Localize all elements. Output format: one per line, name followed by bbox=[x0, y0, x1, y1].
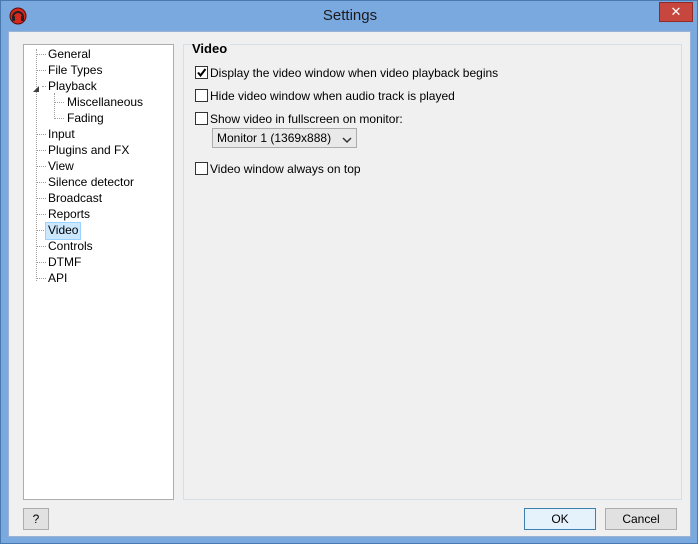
tree-line bbox=[36, 278, 46, 279]
tree-line bbox=[36, 262, 46, 263]
collapse-arrow-icon[interactable] bbox=[32, 82, 40, 96]
titlebar[interactable]: Settings ✕ bbox=[1, 1, 698, 31]
tree-line bbox=[54, 93, 55, 119]
tree-line bbox=[36, 246, 46, 247]
ok-button[interactable]: OK bbox=[524, 508, 596, 530]
tree-item-file-types[interactable]: File Types bbox=[46, 63, 104, 79]
chevron-down-icon bbox=[342, 133, 352, 147]
tree-item-view[interactable]: View bbox=[46, 159, 76, 175]
tree-item-playback[interactable]: Playback bbox=[46, 79, 99, 95]
tree-item-reports[interactable]: Reports bbox=[46, 207, 92, 223]
tree-item-general[interactable]: General bbox=[46, 47, 93, 63]
checkbox[interactable] bbox=[195, 112, 208, 125]
option-label: Show video in fullscreen on monitor: bbox=[210, 112, 403, 126]
client-area: General File Types Playback Miscellaneou… bbox=[8, 31, 691, 537]
tree-line bbox=[36, 54, 46, 55]
tree-item-fading[interactable]: Fading bbox=[65, 111, 106, 127]
tree-item-input[interactable]: Input bbox=[46, 127, 77, 143]
monitor-select-value: Monitor 1 (1369x888) bbox=[217, 131, 332, 145]
tree-line bbox=[36, 214, 46, 215]
group-title: Video bbox=[192, 41, 231, 56]
tree-item-video[interactable]: Video bbox=[45, 222, 82, 240]
tree-line bbox=[36, 150, 46, 151]
close-button[interactable]: ✕ bbox=[659, 2, 693, 22]
tree-line bbox=[54, 118, 64, 119]
checkbox-checked[interactable] bbox=[195, 66, 208, 79]
tree-item-silence-detector[interactable]: Silence detector bbox=[46, 175, 136, 191]
tree-line bbox=[36, 70, 46, 71]
tree-line bbox=[36, 166, 46, 167]
option-label: Video window always on top bbox=[210, 162, 361, 176]
checkbox[interactable] bbox=[195, 89, 208, 102]
tree-line bbox=[36, 182, 46, 183]
settings-tree[interactable]: General File Types Playback Miscellaneou… bbox=[23, 44, 174, 500]
option-label: Display the video window when video play… bbox=[210, 66, 499, 80]
tree-item-controls[interactable]: Controls bbox=[46, 239, 95, 255]
cancel-button[interactable]: Cancel bbox=[605, 508, 677, 530]
help-button[interactable]: ? bbox=[23, 508, 49, 530]
tree-line bbox=[36, 134, 46, 135]
settings-window: Settings ✕ General File Types Playback M… bbox=[0, 0, 698, 544]
option-label: Hide video window when audio track is pl… bbox=[210, 89, 455, 103]
checkbox[interactable] bbox=[195, 162, 208, 175]
monitor-select[interactable]: Monitor 1 (1369x888) bbox=[212, 128, 357, 148]
window-title: Settings bbox=[322, 7, 378, 24]
tree-line bbox=[54, 102, 64, 103]
tree-item-miscellaneous[interactable]: Miscellaneous bbox=[65, 95, 145, 111]
tree-item-api[interactable]: API bbox=[46, 271, 69, 287]
tree-item-dtmf[interactable]: DTMF bbox=[46, 255, 83, 271]
tree-line bbox=[36, 198, 46, 199]
tree-item-broadcast[interactable]: Broadcast bbox=[46, 191, 104, 207]
tree-item-plugins-and-fx[interactable]: Plugins and FX bbox=[46, 143, 131, 159]
